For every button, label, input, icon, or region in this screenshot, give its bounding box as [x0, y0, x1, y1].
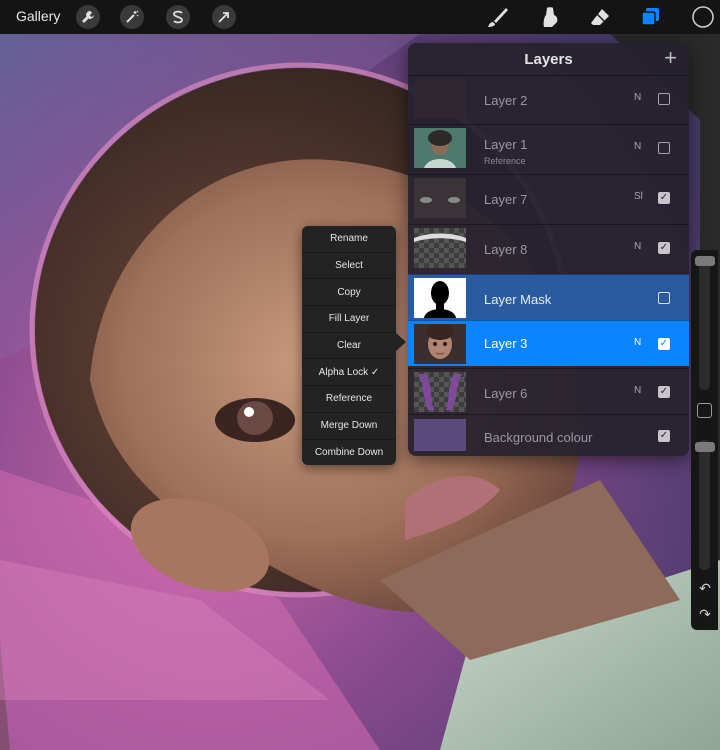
- layer-thumbnail: [414, 178, 466, 218]
- layer-name: Background colour: [484, 430, 593, 445]
- menu-item-fill-layer[interactable]: Fill Layer: [302, 306, 396, 333]
- layer-name: Layer 7: [484, 192, 528, 207]
- menu-item-merge-down[interactable]: Merge Down: [302, 413, 396, 440]
- menu-item-combine-down[interactable]: Combine Down: [302, 440, 396, 466]
- menu-item-rename[interactable]: Rename: [302, 226, 396, 253]
- layer-visibility-checkbox[interactable]: ✓: [658, 386, 670, 398]
- layer-thumbnail: [414, 324, 466, 364]
- layer-visibility-checkbox[interactable]: ✓: [658, 242, 670, 254]
- layer-row-layer-2[interactable]: Layer 2 N: [408, 75, 689, 121]
- layer-visibility-checkbox[interactable]: ✓: [658, 338, 670, 350]
- wrench-icon[interactable]: [76, 5, 100, 29]
- layer-blend-mode[interactable]: N: [634, 385, 641, 396]
- layer-thumbnail: [414, 372, 466, 412]
- layer-blend-mode[interactable]: N: [634, 92, 641, 103]
- background-colour-swatch[interactable]: [414, 419, 466, 451]
- layer-name: Layer 6: [484, 386, 528, 401]
- layer-options-menu: Rename Select Copy Fill Layer Clear Alph…: [302, 226, 396, 465]
- top-toolbar: Gallery: [0, 0, 720, 34]
- layer-row-layer-6[interactable]: Layer 6 N ✓: [408, 368, 689, 414]
- right-sidebar: ↶ ↷: [691, 250, 718, 630]
- brush-icon[interactable]: [486, 5, 510, 29]
- layer-row-layer-3[interactable]: Layer 3 N ✓: [408, 320, 689, 366]
- layer-visibility-checkbox[interactable]: ✓: [658, 430, 670, 442]
- layer-thumbnail: [414, 128, 466, 168]
- layers-panel-header: Layers +: [408, 43, 689, 75]
- layer-row-layer-mask[interactable]: Layer Mask: [408, 274, 689, 320]
- gallery-button[interactable]: Gallery: [16, 8, 60, 24]
- magic-wand-icon[interactable]: [120, 5, 144, 29]
- layer-name: Layer 2: [484, 93, 528, 108]
- selection-s-icon[interactable]: [166, 5, 190, 29]
- layer-row-layer-8[interactable]: Layer 8 N ✓: [408, 224, 689, 270]
- layer-name: Layer 8: [484, 242, 528, 257]
- layer-blend-mode[interactable]: N: [634, 141, 641, 152]
- layer-blend-mode[interactable]: N: [634, 337, 641, 348]
- transform-arrow-icon[interactable]: [212, 5, 236, 29]
- undo-button[interactable]: ↶: [696, 580, 714, 596]
- layers-panel: Layers + Layer 2 N Layer 1 Reference N L…: [408, 43, 689, 456]
- layer-row-layer-1[interactable]: Layer 1 Reference N: [408, 124, 689, 170]
- color-swatch-icon[interactable]: [690, 4, 716, 30]
- brush-size-slider-thumb[interactable]: [695, 256, 715, 266]
- add-layer-button[interactable]: +: [664, 47, 677, 69]
- layers-icon[interactable]: [639, 5, 663, 29]
- layer-visibility-checkbox[interactable]: [658, 93, 670, 105]
- layer-row-layer-7[interactable]: Layer 7 Sl ✓: [408, 174, 689, 220]
- layer-blend-mode[interactable]: N: [634, 241, 641, 252]
- layer-mask-thumbnail: [414, 278, 466, 318]
- layer-visibility-checkbox[interactable]: ✓: [658, 192, 670, 204]
- menu-pointer-arrow: [396, 333, 406, 351]
- redo-button[interactable]: ↷: [696, 606, 714, 622]
- layer-reference-label: Reference: [484, 156, 526, 166]
- menu-item-clear[interactable]: Clear: [302, 333, 396, 360]
- layer-blend-mode[interactable]: Sl: [634, 191, 643, 202]
- smudge-icon[interactable]: [538, 5, 562, 29]
- layer-visibility-checkbox[interactable]: [658, 142, 670, 154]
- eraser-icon[interactable]: [588, 5, 612, 29]
- menu-item-copy[interactable]: Copy: [302, 279, 396, 307]
- modify-button[interactable]: [697, 403, 712, 418]
- layer-name: Layer 1: [484, 137, 528, 152]
- layers-panel-title: Layers: [524, 51, 573, 68]
- opacity-slider-thumb[interactable]: [695, 442, 715, 452]
- menu-item-reference[interactable]: Reference: [302, 386, 396, 413]
- menu-item-select[interactable]: Select: [302, 253, 396, 280]
- layer-thumbnail: [414, 228, 466, 268]
- brush-size-slider[interactable]: [699, 256, 710, 390]
- opacity-slider[interactable]: [699, 440, 710, 570]
- layer-visibility-checkbox[interactable]: [658, 292, 670, 304]
- menu-item-alpha-lock[interactable]: Alpha Lock ✓: [302, 359, 396, 387]
- layer-row-background-colour[interactable]: Background colour ✓: [408, 414, 689, 456]
- layer-name: Layer Mask: [484, 292, 552, 307]
- layer-thumbnail: [414, 79, 466, 119]
- layer-name: Layer 3: [484, 336, 528, 351]
